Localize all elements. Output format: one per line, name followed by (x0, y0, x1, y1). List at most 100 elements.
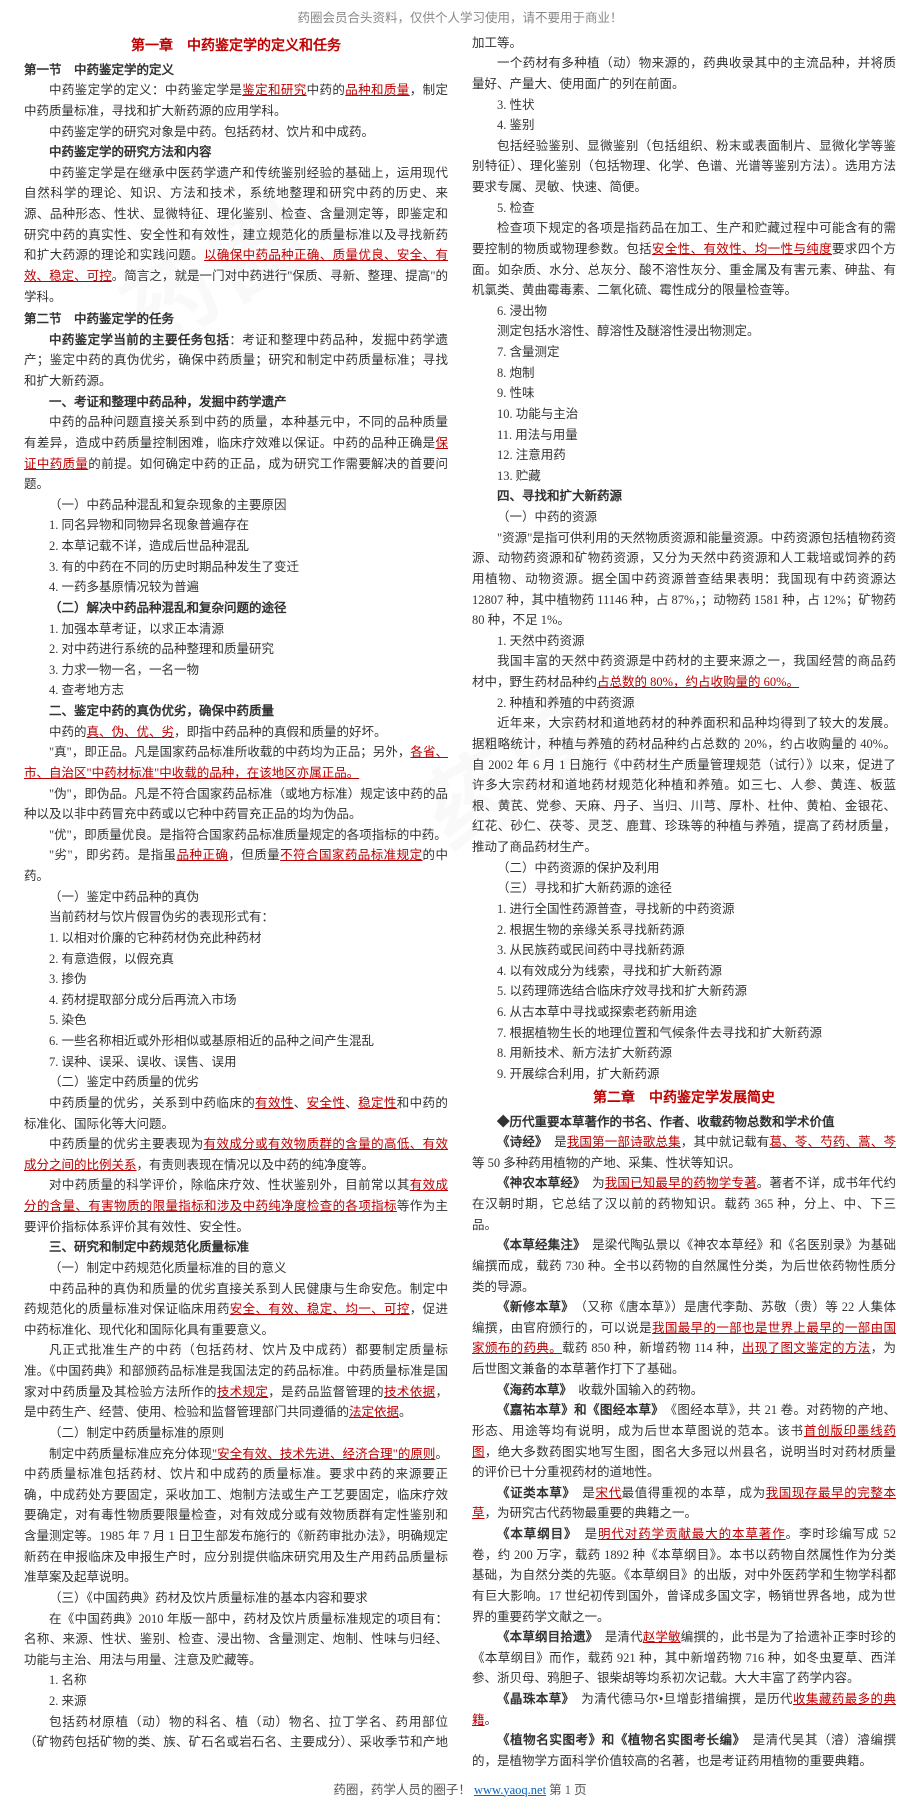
underline: 出现了图文鉴定的方法 (742, 1341, 871, 1355)
para: 中药质量的优劣，关系到中药临床的有效性、安全性、稳定性和中药的标准化、国际化等大… (24, 1093, 448, 1134)
list-item: 10. 功能与主治 (472, 404, 896, 425)
para: 测定包括水溶性、醇溶性及醚溶性浸出物测定。 (472, 321, 896, 342)
list-item: 1. 同名异物和同物异名现象普遍存在 (24, 515, 448, 536)
para: 《嘉祐本草》和《图经本草》 《图经本草》，共 21 卷。对药物的产地、形态、用途… (472, 1400, 896, 1483)
document-body: 第一章 中药鉴定学的定义和任务 第一节 中药鉴定学的定义 中药鉴定学的定义：中药… (0, 33, 920, 1772)
list-item: 4. 药材提取部分成分后再流入市场 (24, 990, 448, 1011)
list-item: 1. 以相对价廉的它种药材伪充此种药材 (24, 928, 448, 949)
underline: 法定依据 (349, 1405, 399, 1419)
list-item: 5. 以药理筛选结合临床疗效寻找和扩大新药源 (472, 981, 896, 1002)
para: 在《中国药典》2010 年版一部中，药材及饮片质量标准规定的项目有：名称、来源、… (24, 1609, 448, 1671)
underline: 稳定性 (358, 1096, 397, 1110)
para: 我国丰富的天然中药资源是中药材的主要来源之一，我国经营的商品药材中，野生药材品种… (472, 651, 896, 692)
subheading: （二）制定中药质量标准的原则 (24, 1423, 448, 1444)
underline: 有效性 (255, 1096, 294, 1110)
underline: 我国第一部诗歌总集 (567, 1135, 681, 1149)
list-item: 2. 本草记载不详，造成后世品种混乱 (24, 536, 448, 557)
footer-link[interactable]: www.yaoq.net (474, 1783, 546, 1797)
list-item: 6. 一些名称相近或外形相似或基原相近的品种之间产生混乱 (24, 1031, 448, 1052)
list-item: 8. 炮制 (472, 363, 896, 384)
para: 《诗经》 是我国第一部诗歌总集，其中就记载有葛、苓、芍药、蒿、芩等 50 多种药… (472, 1132, 896, 1173)
para: 《证类本草》 是宋代最值得重视的本草，成为我国现存最早的完整本草，为研究古代药物… (472, 1483, 896, 1524)
header-disclaimer: 药圈会员合头资料，仅供个人学习使用，请不要用于商业！ (0, 0, 920, 33)
para: 《植物名实图考》和《植物名实图考长编》 是清代吴其（濬）濬编撰的，是植物学方面科… (472, 1730, 896, 1771)
heading: 一、考证和整理中药品种，发掘中药学遗产 (24, 392, 448, 413)
list-item: 1. 进行全国性药源普查，寻找新的中药资源 (472, 899, 896, 920)
para: 当前药材与饮片假冒伪劣的表现形式有： (24, 907, 448, 928)
para: "优"，即质量优良。是指符合国家药品标准质量规定的各项指标的中药。 (24, 825, 448, 846)
list-item: 2. 来源 (24, 1691, 448, 1712)
para: "伪"，即伪品。凡是不符合国家药品标准（或地方标准）规定该中药的品种以及以非中药… (24, 784, 448, 825)
list-item: 6. 从古本草中寻找或探索老药新用途 (472, 1002, 896, 1023)
list-item: 7. 误种、误采、误收、误售、误用 (24, 1052, 448, 1073)
subheading: （三）《中国药典》药材及饮片质量标准的基本内容和要求 (24, 1588, 448, 1609)
subheading: （一）中药的资源 (472, 507, 896, 528)
subheading: （一）中药品种混乱和复杂现象的主要原因 (24, 495, 448, 516)
list-item: 5. 染色 (24, 1010, 448, 1031)
para: 中药品种的真伪和质量的优劣直接关系到人民健康与生命安危。制定中药规范化的质量标准… (24, 1279, 448, 1341)
subheading: （三）寻找和扩大新药源的途径 (472, 878, 896, 899)
underline: 品种和质量 (345, 83, 409, 97)
para: 近年来，大宗药材和道地药材的种养面积和品种均得到了较大的发展。据粗略统计，种植与… (472, 713, 896, 857)
list-item: 9. 开展综合利用，扩大新药源 (472, 1064, 896, 1085)
para: 《晶珠本草》 为清代德马尔•旦增彭措编撰，是历代收集藏药最多的典籍。 (472, 1689, 896, 1730)
underline: 安全性、有效性、均一性与纯度 (652, 242, 832, 256)
list-item: 11. 用法与用量 (472, 425, 896, 446)
subheading: （一）制定中药规范化质量标准的目的意义 (24, 1258, 448, 1279)
list-item: 3. 从民族药或民间药中寻找新药源 (472, 940, 896, 961)
heading: 二、鉴定中药的真伪优劣，确保中药质量 (24, 701, 448, 722)
underline: 不符合国家药品标准规定 (280, 848, 422, 862)
list-item: 1. 天然中药资源 (472, 631, 896, 652)
underline: 技术规定 (217, 1385, 268, 1399)
para: "劣"，即劣药。是指虽品种正确，但质量不符合国家药品标准规定的中药。 (24, 845, 448, 886)
list-item: 4. 鉴别 (472, 115, 896, 136)
para: 中药的真、伪、优、劣，即指中药品种的真假和质量的好坏。 (24, 722, 448, 743)
list-item: 1. 加强本草考证，以求正本清源 (24, 619, 448, 640)
underline: 我国已知最早的药物学专著 (605, 1176, 757, 1190)
list-item: 9. 性味 (472, 383, 896, 404)
heading: 三、研究和制定中药规范化质量标准 (24, 1237, 448, 1258)
list-item: 2. 根据生物的亲缘关系寻找新药源 (472, 920, 896, 941)
para: 制定中药质量标准应充分体现"安全有效、技术先进、经济合理"的原则。中药质量标准包… (24, 1444, 448, 1588)
list-item: 1. 名称 (24, 1670, 448, 1691)
para: 检查项下规定的各项是指药品在加工、生产和贮藏过程中可能含有的需要控制的物质或物理… (472, 218, 896, 301)
para: "资源"是指可供利用的天然物质资源和能量资源。中药资源包括植物药资源、动物药资源… (472, 528, 896, 631)
underline: 宋代 (595, 1486, 621, 1500)
para: 《神农本草经》 为我国已知最早的药物学专著。著者不详，成书年代约在汉朝时期，它总… (472, 1173, 896, 1235)
underline: 安全性 (307, 1096, 346, 1110)
list-item: 8. 用新技术、新方法扩大新药源 (472, 1043, 896, 1064)
para: 《本草纲目拾遗》 是清代赵学敏编撰的，此书是为了拾遗补正李时珍的《本草纲目》而作… (472, 1627, 896, 1689)
list-item: 2. 有意造假，以假充真 (24, 949, 448, 970)
list-item: 4. 一药多基原情况较为普遍 (24, 577, 448, 598)
list-item: 13. 贮藏 (472, 466, 896, 487)
para: 一个药材有多种植（动）物来源的，药典收录其中的主流品种，并将质量好、产量大、使用… (472, 53, 896, 94)
section-1-2: 第二节 中药鉴定学的任务 (24, 309, 448, 330)
underline: 赵学敏 (643, 1630, 681, 1644)
list-item: 4. 以有效成分为线索，寻找和扩大新药源 (472, 961, 896, 982)
list-item: 6. 浸出物 (472, 301, 896, 322)
para: 包括经验鉴别、显微鉴别（包括组织、粉末或表面制片、显微化学等鉴别特征）、理化鉴别… (472, 136, 896, 198)
underline: 品种正确 (177, 848, 229, 862)
para: 中药的品种问题直接关系到中药的质量，本种基元中，不同的品种质量有差异，造成中药质… (24, 412, 448, 495)
heading: ◆历代重要本草著作的书名、作者、收载药物总数和学术价值 (472, 1112, 896, 1133)
list-item: 7. 根据植物生长的地理位置和气候条件去寻找和扩大新药源 (472, 1023, 896, 1044)
list-item: 3. 性状 (472, 95, 896, 116)
list-item: 3. 掺伪 (24, 969, 448, 990)
list-item: 3. 有的中药在不同的历史时期品种发生了变迁 (24, 557, 448, 578)
underline: 安全、有效、稳定、均一、可控 (230, 1302, 410, 1316)
para: 中药质量的优劣主要表现为有效成分或有效物质群的含量的高低、有效成分之间的比例关系… (24, 1134, 448, 1175)
list-item: 3. 力求一物一名，一名一物 (24, 660, 448, 681)
list-item: 2. 种植和养殖的中药资源 (472, 693, 896, 714)
para: 中药鉴定学的研究对象是中药。包括药材、饮片和中成药。 (24, 122, 448, 143)
underline: 技术依据 (384, 1385, 435, 1399)
footer-text: 药圈，药学人员的圈子！ (333, 1783, 474, 1797)
underline: 占总数的 80%，约占收购量的 60%。 (597, 675, 799, 689)
para: 中药鉴定学当前的主要任务包括：考证和整理中药品种，发掘中药学遗产；鉴定中药的真伪… (24, 330, 448, 392)
list-item: 12. 注意用药 (472, 445, 896, 466)
page-footer: 药圈，药学人员的圈子！ www.yaoq.net 第 1 页 (0, 1772, 920, 1808)
subheading: （二）中药资源的保护及利用 (472, 858, 896, 879)
heading: 四、寻找和扩大新药源 (472, 486, 896, 507)
underline: 葛、苓、芍药、蒿、芩 (769, 1135, 896, 1149)
para: 《海药本草》 收载外国输入的药物。 (472, 1380, 896, 1401)
para: "真"，即正品。凡是国家药品标准所收载的中药均为正品；另外，各省、市、自治区"中… (24, 742, 448, 783)
